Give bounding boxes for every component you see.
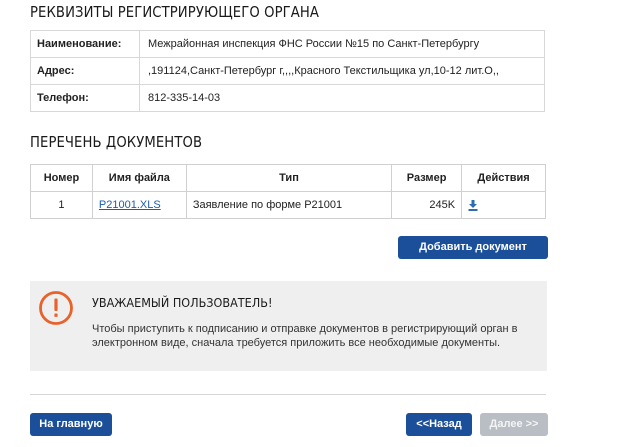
address-value: ,191124,Санкт-Петербург г,,,,Красного Те… <box>139 57 545 85</box>
document-size: 245K <box>391 191 463 219</box>
warning-icon <box>38 290 74 326</box>
registrar-details-table: Наименование: Межрайонная инспекция ФНС … <box>30 30 545 112</box>
footer-divider <box>30 394 546 395</box>
notice-text: Чтобы приступить к подписанию и отправке… <box>92 323 518 349</box>
document-type: Заявление по форме Р21001 <box>185 191 393 219</box>
col-actions-header: Действия <box>461 164 546 192</box>
col-number-header: Номер <box>30 164 93 192</box>
table-row: 1 P21001.XLS Заявление по форме Р21001 2… <box>30 191 546 219</box>
phone-value: 812-335-14-03 <box>139 84 545 112</box>
documents-header-row: Номер Имя файла Тип Размер Действия <box>30 164 546 192</box>
next-button[interactable]: Далее >> <box>480 413 548 436</box>
add-document-button[interactable]: Добавить документ <box>398 236 548 259</box>
download-icon[interactable] <box>468 199 478 211</box>
notice-title: УВАЖАЕМЫЙ ПОЛЬЗОВАТЕЛЬ! <box>92 295 273 310</box>
documents-table: Номер Имя файла Тип Размер Действия 1 P2… <box>30 164 546 219</box>
col-type-header: Тип <box>185 164 393 192</box>
document-file-link[interactable]: P21001.XLS <box>99 199 161 211</box>
registrar-row-phone: Телефон: 812-335-14-03 <box>30 84 545 112</box>
col-size-header: Размер <box>391 164 463 192</box>
col-filename-header: Имя файла <box>91 164 187 192</box>
name-value: Межрайонная инспекция ФНС России №15 по … <box>139 30 545 58</box>
registrar-row-name: Наименование: Межрайонная инспекция ФНС … <box>30 30 545 58</box>
document-number: 1 <box>30 191 93 219</box>
notice-panel: УВАЖАЕМЫЙ ПОЛЬЗОВАТЕЛЬ! Чтобы приступить… <box>30 281 547 371</box>
registrar-title: РЕКВИЗИТЫ РЕГИСТРИРУЮЩЕГО ОРГАНА <box>30 3 320 21</box>
home-button[interactable]: На главную <box>30 413 112 436</box>
back-button[interactable]: <<Назад <box>406 413 472 436</box>
name-label: Наименование: <box>30 30 140 58</box>
phone-label: Телефон: <box>30 84 140 112</box>
address-label: Адрес: <box>30 57 140 85</box>
documents-title: ПЕРЕЧЕНЬ ДОКУМЕНТОВ <box>30 133 203 151</box>
registrar-row-address: Адрес: ,191124,Санкт-Петербург г,,,,Крас… <box>30 57 545 85</box>
